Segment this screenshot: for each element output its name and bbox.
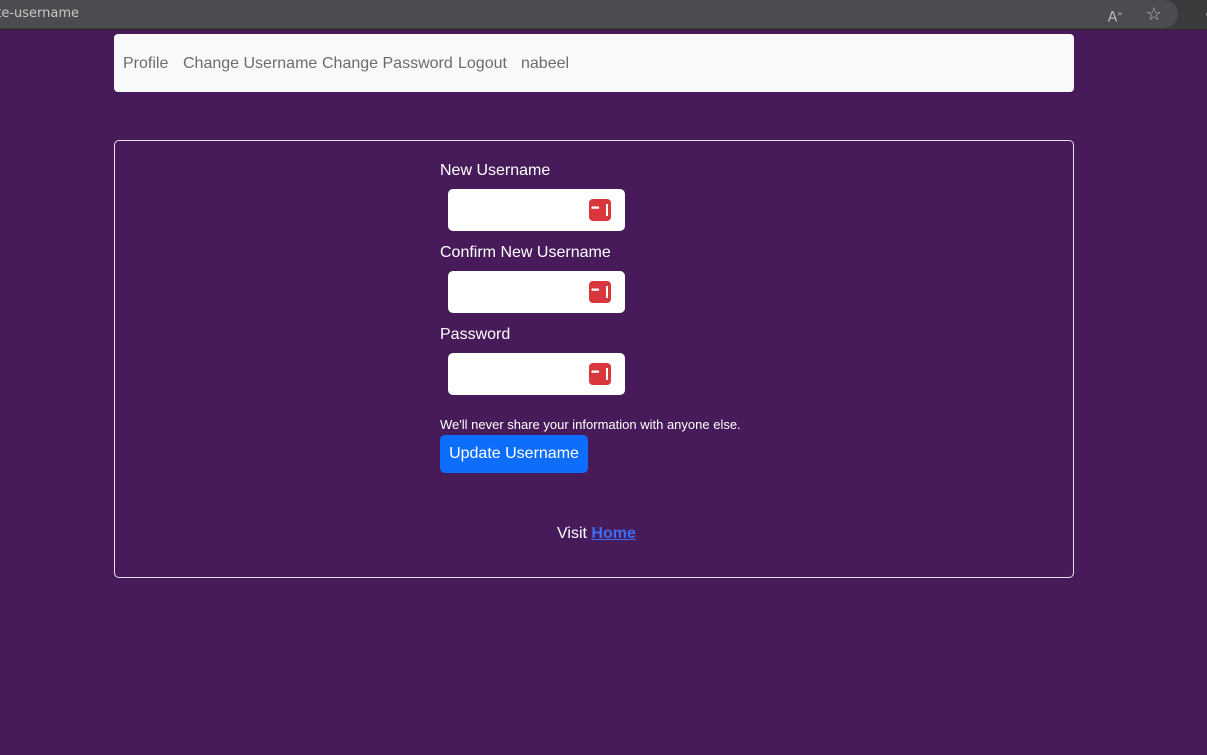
extension-icon[interactable]: ● (1198, 4, 1207, 24)
nav-logout[interactable]: Logout (458, 55, 507, 73)
navbar: Profile Change Username Change Password … (114, 34, 1074, 92)
password-manager-icon[interactable] (589, 281, 611, 303)
nav-profile[interactable]: Profile (123, 55, 168, 73)
visit-text: Visit (557, 525, 592, 542)
address-bar[interactable]: date-username (0, 0, 1178, 28)
new-username-label: New Username (440, 162, 551, 179)
password-manager-icon[interactable] (589, 199, 611, 221)
browser-toolbar: date-username A» ☆ ● (0, 0, 1207, 30)
update-username-button[interactable]: Update Username (440, 435, 588, 473)
nav-change-username[interactable]: Change Username (183, 55, 317, 73)
url-text: date-username (0, 6, 79, 21)
visit-home-line: Visit Home (557, 525, 636, 543)
home-link[interactable]: Home (591, 525, 635, 542)
nav-user-nabeel[interactable]: nabeel (521, 55, 569, 73)
confirm-username-label: Confirm New Username (440, 244, 611, 261)
star-icon[interactable]: ☆ (1143, 4, 1165, 24)
nav-change-password[interactable]: Change Password (322, 55, 453, 73)
update-username-card: New Username Confirm New Username Passwo… (114, 140, 1074, 578)
password-label: Password (440, 326, 511, 343)
password-manager-icon[interactable] (589, 363, 611, 385)
privacy-help-text: We'll never share your information with … (440, 417, 741, 432)
read-aloud-icon[interactable]: A» (1104, 4, 1126, 26)
